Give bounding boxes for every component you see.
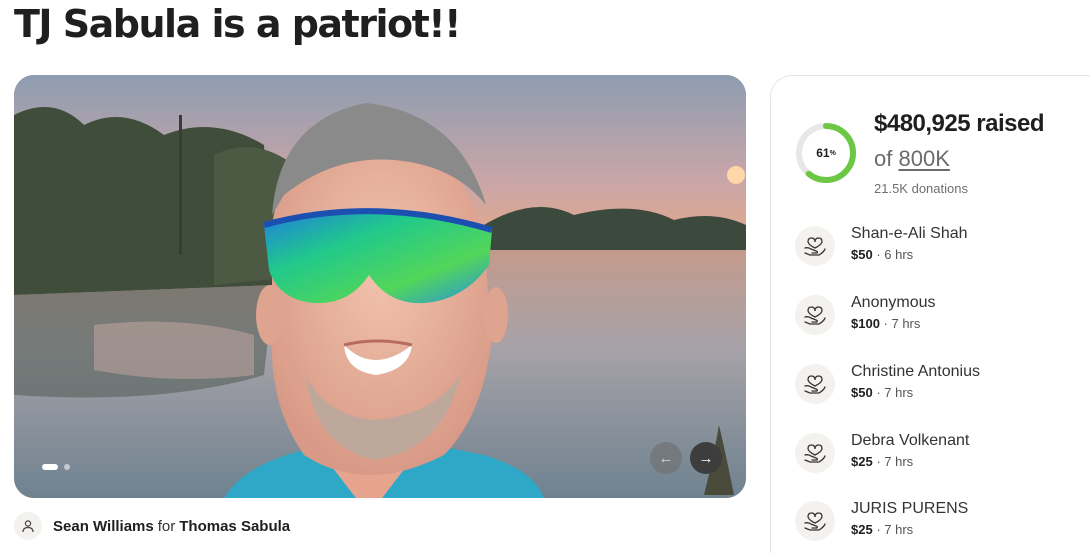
- donation-amount: $50: [851, 247, 873, 262]
- progress-percent-value: 61: [816, 146, 830, 160]
- amount-raised: $480,925 raised: [874, 110, 1044, 137]
- carousel-prev-button[interactable]: ←: [650, 442, 682, 474]
- organizer-line: Sean Williams for Thomas Sabula: [14, 512, 290, 540]
- heart-in-hand-icon: [795, 295, 835, 335]
- donation-amount: $50: [851, 385, 873, 400]
- arrow-right-icon: →: [698, 449, 714, 467]
- page-title: TJ Sabula is a patriot!!: [14, 2, 461, 46]
- carousel-dots: [42, 464, 70, 470]
- donation-time: 7 hrs: [884, 385, 914, 400]
- donation-item: Christine Antonius $50 · 7 hrs: [795, 363, 1085, 407]
- donation-meta: $100 · 7 hrs: [851, 316, 921, 331]
- donation-item: Anonymous $100 · 7 hrs: [795, 294, 1085, 338]
- progress-percent-symbol: %: [829, 149, 836, 157]
- donation-time: 6 hrs: [884, 247, 914, 262]
- donation-time: 7 hrs: [884, 454, 914, 469]
- donor-name: Anonymous: [851, 294, 936, 311]
- donation-meta: $25 · 7 hrs: [851, 454, 914, 469]
- donor-name: Shan-e-Ali Shah: [851, 225, 968, 242]
- campaign-photo[interactable]: [14, 75, 746, 498]
- heart-in-hand-icon: [795, 433, 835, 473]
- goal-line: of 800K: [874, 146, 950, 172]
- heart-in-hand-icon: [795, 364, 835, 404]
- donation-time: 7 hrs: [891, 316, 921, 331]
- goal-of-label: of: [874, 146, 893, 171]
- progress-percent: 61%: [794, 121, 858, 185]
- donation-item: Shan-e-Ali Shah $50 · 6 hrs: [795, 225, 1085, 269]
- heart-in-hand-icon: [795, 226, 835, 266]
- donations-count[interactable]: 21.5K donations: [874, 181, 968, 196]
- organizer-name[interactable]: Sean Williams: [53, 518, 154, 535]
- donor-name: JURIS PURENS: [851, 500, 969, 517]
- heart-in-hand-icon: [795, 501, 835, 541]
- organizer-connector: for: [157, 517, 176, 535]
- carousel-dot-2[interactable]: [64, 464, 70, 470]
- donor-name: Christine Antonius: [851, 363, 980, 380]
- donation-amount: $25: [851, 454, 873, 469]
- carousel-dot-1[interactable]: [42, 464, 58, 470]
- donation-item: Debra Volkenant $25 · 7 hrs: [795, 432, 1085, 476]
- donation-time: 7 hrs: [884, 522, 914, 537]
- donation-amount: $25: [851, 522, 873, 537]
- campaign-photo-image: [14, 75, 746, 498]
- carousel-next-button[interactable]: →: [690, 442, 722, 474]
- arrow-left-icon: ←: [658, 449, 674, 467]
- user-icon: [14, 512, 42, 540]
- donor-name: Debra Volkenant: [851, 432, 970, 449]
- goal-amount-link[interactable]: 800K: [898, 146, 949, 171]
- donation-meta: $25 · 7 hrs: [851, 522, 914, 537]
- beneficiary-name[interactable]: Thomas Sabula: [179, 518, 290, 535]
- donation-meta: $50 · 6 hrs: [851, 247, 914, 262]
- donation-amount: $100: [851, 316, 880, 331]
- donation-meta: $50 · 7 hrs: [851, 385, 914, 400]
- donation-item: JURIS PURENS $25 · 7 hrs: [795, 500, 1085, 544]
